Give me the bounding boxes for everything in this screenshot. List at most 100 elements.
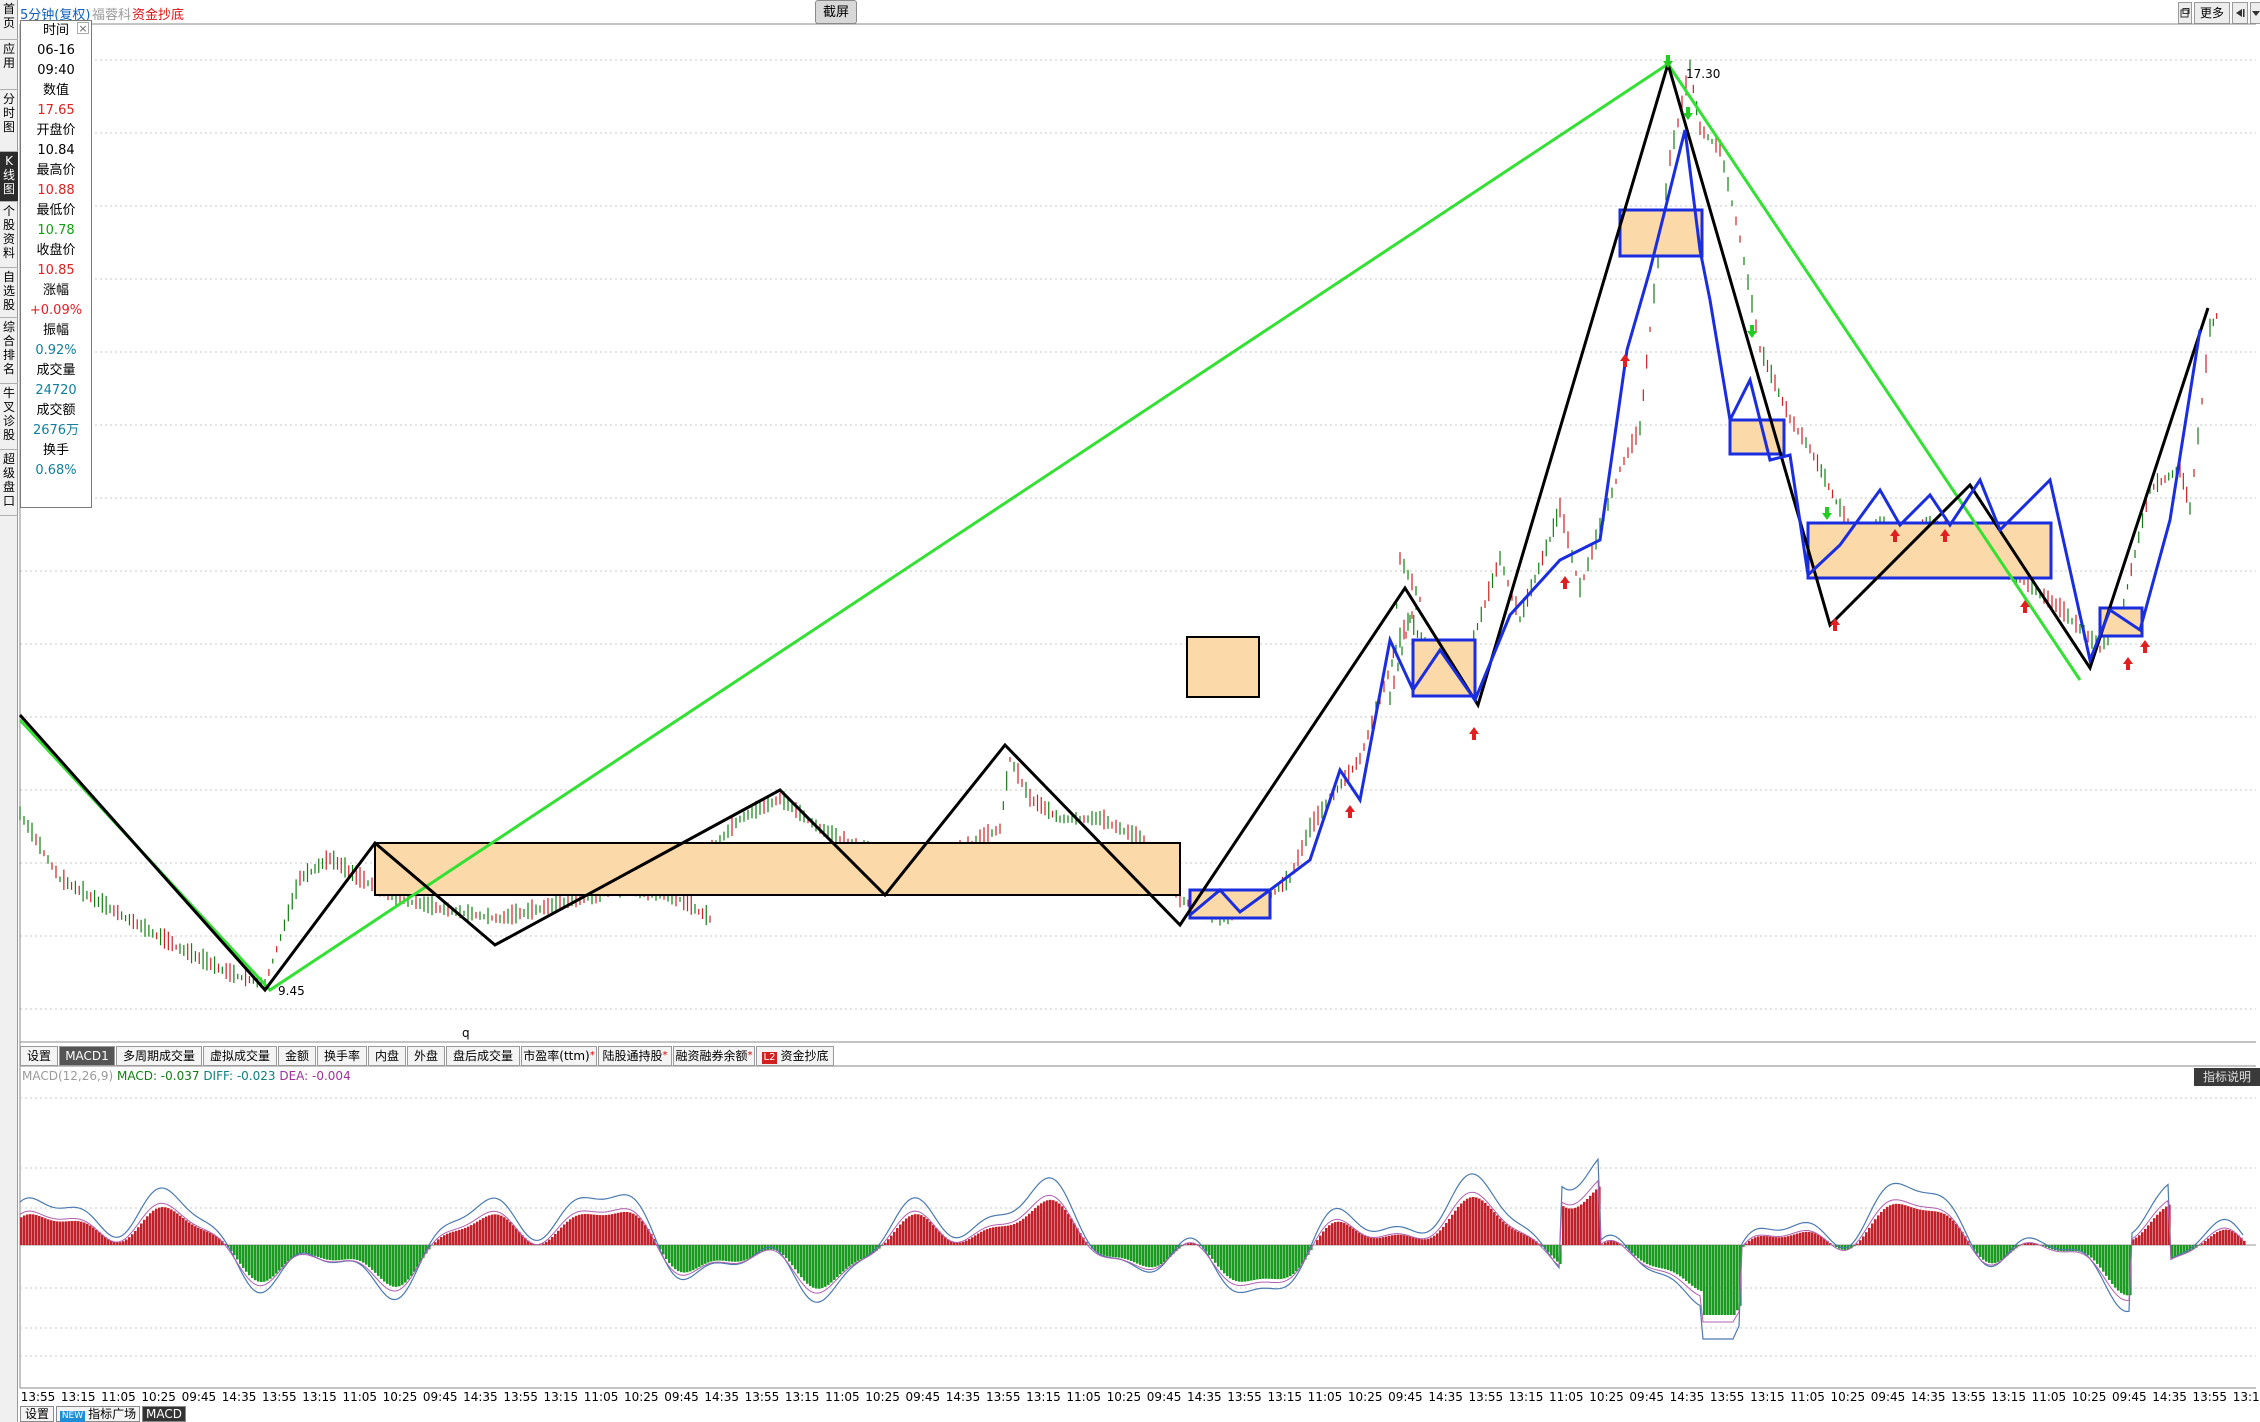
macd-bar: [416, 1245, 419, 1268]
macd-bar: [1694, 1245, 1697, 1289]
macd-bar: [788, 1245, 791, 1262]
macd-bar: [1166, 1245, 1169, 1260]
macd-bar: [1409, 1236, 1412, 1245]
macd-bar: [1400, 1234, 1403, 1245]
macd-bar: [1025, 1216, 1028, 1245]
indicator-tab[interactable]: 内盘: [368, 1046, 406, 1066]
macd-bar: [1505, 1224, 1508, 1245]
macd-bar: [1562, 1206, 1565, 1245]
macd-bar: [890, 1235, 893, 1245]
indicator-help-button[interactable]: 指标说明: [2194, 1068, 2260, 1086]
macd-bar: [242, 1245, 245, 1268]
indicator-tab-label: 金额: [284, 1049, 309, 1063]
macd-bar: [1958, 1227, 1961, 1245]
indicator-tab[interactable]: 市盈率(ttm)*: [521, 1046, 597, 1066]
macd-bar: [1157, 1245, 1160, 1266]
macd-bar: [1049, 1199, 1052, 1245]
time-tick-label: 09:45: [2112, 1390, 2147, 1404]
macd-bar: [485, 1216, 488, 1245]
macd-bar: [1718, 1245, 1721, 1315]
macd-bar: [2201, 1243, 2204, 1245]
macd-bar: [1658, 1245, 1661, 1268]
macd-bar: [905, 1218, 908, 1245]
indicator-tab[interactable]: 盘后成交量: [446, 1046, 520, 1066]
bottom-tab[interactable]: NEW 指标广场: [56, 1406, 140, 1422]
macd-bar: [1337, 1221, 1340, 1245]
macd-bar: [380, 1245, 383, 1279]
macd-bar: [2102, 1245, 2105, 1272]
macd-bar: [1037, 1205, 1040, 1245]
macd-bar: [1775, 1237, 1778, 1245]
macd-bar: [860, 1245, 863, 1260]
macd-bar: [71, 1220, 74, 1245]
bottom-tab[interactable]: MACD: [142, 1406, 186, 1422]
time-tick-label: 09:45: [1146, 1390, 1182, 1404]
macd-bar: [1457, 1206, 1460, 1245]
indicator-tab[interactable]: 换手率: [317, 1046, 367, 1066]
macd-bar: [1670, 1245, 1673, 1272]
macd-bar: [1805, 1231, 1808, 1245]
time-tick-label: 09:45: [1870, 1390, 1906, 1404]
macd-bar: [68, 1221, 71, 1245]
macd-bar: [617, 1212, 620, 1245]
indicator-tab[interactable]: 虚拟成交量: [203, 1046, 277, 1066]
macd-bar: [1127, 1245, 1130, 1260]
buy-arrow-icon: [1345, 805, 1355, 818]
macd-bar: [1223, 1245, 1226, 1274]
macd-bar: [1979, 1245, 1982, 1257]
macd-bar: [584, 1213, 587, 1245]
macd-bar: [1466, 1198, 1469, 1245]
macd-bar: [917, 1214, 920, 1245]
star-icon: *: [589, 1050, 595, 1061]
macd-bar: [20, 1217, 23, 1245]
macd-bar: [794, 1245, 797, 1270]
indicator-tab[interactable]: MACD1: [59, 1046, 115, 1066]
close-icon[interactable]: ×: [77, 22, 89, 34]
macd-bar: [884, 1242, 887, 1245]
indicator-tab[interactable]: 外盘: [407, 1046, 445, 1066]
macd-bar: [1460, 1203, 1463, 1245]
consolidation-zones: [374, 208, 2144, 920]
macd-bar: [1160, 1245, 1163, 1265]
macd-bar: [1811, 1232, 1814, 1245]
macd-bar: [1748, 1240, 1751, 1245]
macd-bar: [95, 1229, 98, 1245]
time-tick-label: 13:15: [543, 1390, 579, 1404]
macd-bar: [41, 1217, 44, 1245]
macd-bar: [1454, 1210, 1457, 1245]
data-window-row: 0.92%: [35, 343, 77, 358]
indicator-tab[interactable]: L2 资金抄底: [756, 1046, 834, 1066]
macd-bar: [446, 1233, 449, 1245]
macd-bar: [914, 1214, 917, 1245]
time-tick-label: 13:15: [2232, 1390, 2260, 1404]
macd-bar: [2147, 1225, 2150, 1245]
indicator-tab[interactable]: 多周期成交量: [116, 1046, 202, 1066]
macd-bar: [1982, 1245, 1985, 1260]
macd-bar: [842, 1245, 845, 1272]
macd-bar: [2144, 1228, 2147, 1245]
macd-bar: [1250, 1245, 1253, 1281]
macd-bar: [1889, 1205, 1892, 1245]
macd-bar: [2099, 1245, 2102, 1268]
kline-chart[interactable]: 17.30 9.45 q: [0, 0, 2260, 1422]
macd-bar: [473, 1223, 476, 1245]
indicator-tab[interactable]: 金额: [278, 1046, 316, 1066]
time-tick-label: 10:25: [382, 1390, 418, 1404]
time-tick-label: 10:25: [1347, 1390, 1383, 1404]
macd-bar: [392, 1245, 395, 1287]
macd-bar: [50, 1220, 53, 1245]
indicator-tab[interactable]: 陆股通持股*: [598, 1046, 672, 1066]
macd-bar: [560, 1227, 563, 1245]
data-window-row: 最高价: [36, 163, 76, 178]
time-tick-label: 11:05: [1066, 1390, 1101, 1404]
bottom-tab[interactable]: 设置: [20, 1406, 54, 1422]
time-tick-label: 14:35: [1187, 1390, 1222, 1404]
indicator-tab[interactable]: 融资融券余额*: [673, 1046, 755, 1066]
time-tick-label: 13:15: [784, 1390, 820, 1404]
time-tick-label: 13:15: [1991, 1390, 2026, 1404]
macd-bar: [662, 1245, 665, 1255]
macd-bar: [1751, 1238, 1754, 1245]
macd-bar: [959, 1242, 962, 1245]
indicator-tab[interactable]: 设置: [20, 1046, 58, 1066]
star-icon: *: [662, 1050, 668, 1061]
